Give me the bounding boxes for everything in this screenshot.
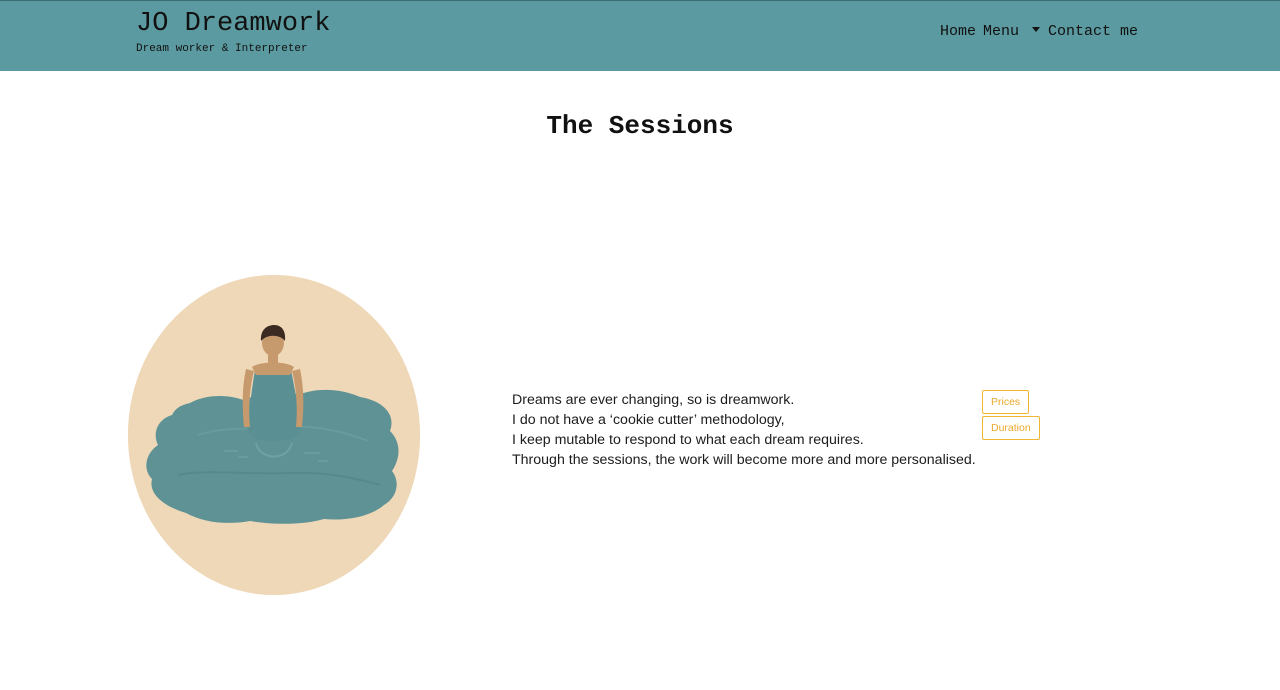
nav-menu-dropdown[interactable]: Menu [983,23,1040,40]
nav-menu-label: Menu [982,23,1019,40]
sessions-illustration [128,275,420,595]
description-line: I keep mutable to respond to what each d… [512,432,864,448]
description-line: Dreams are ever changing, so is dreamwor… [512,392,795,408]
description-line: I do not have a ‘cookie cutter’ methodol… [512,412,785,428]
nav-contact-link[interactable]: Contact me [1048,23,1138,40]
prices-button[interactable]: Prices [982,390,1030,414]
duration-button[interactable]: Duration [982,416,1040,440]
main-nav: Home Menu Contact me [940,23,1138,40]
woman-in-pool-illustration [128,275,420,595]
brand-title[interactable]: JO Dreamwork [136,9,330,39]
nav-home-link[interactable]: Home [940,23,976,40]
description-line: Through the sessions, the work will beco… [512,452,976,468]
page-title: The Sessions [546,111,734,142]
chevron-down-icon [1031,27,1040,32]
sessions-description: Dreams are ever changing, so is dreamwor… [512,390,976,470]
site-header: JO Dreamwork Dream worker & Interpreter … [0,0,1280,71]
brand-subtitle: Dream worker & Interpreter [136,43,308,55]
